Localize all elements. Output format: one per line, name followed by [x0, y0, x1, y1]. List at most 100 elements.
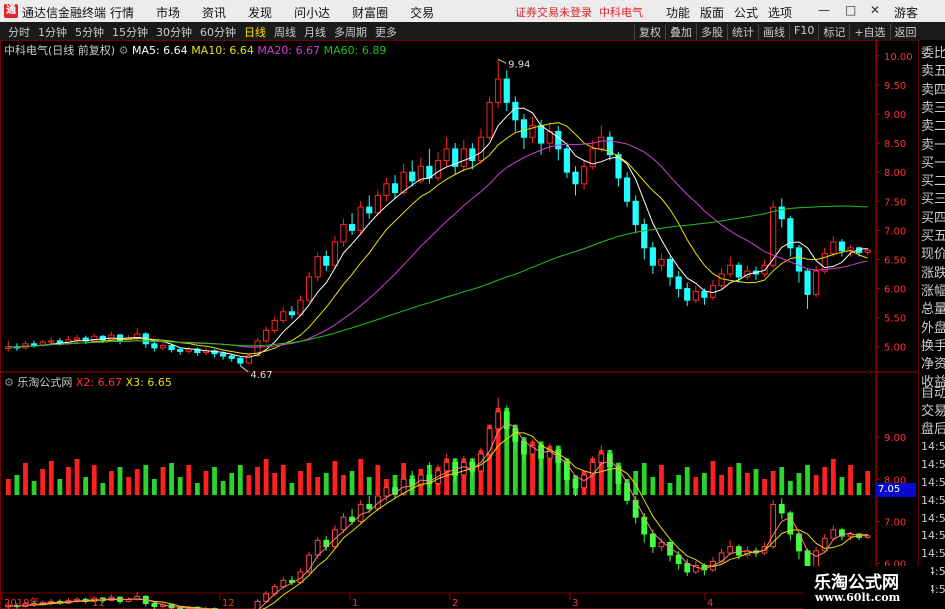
- sub-candle-body: [521, 440, 527, 455]
- indicator-bar: [805, 465, 810, 495]
- sidebar-field-0[interactable]: 委比: [921, 46, 945, 61]
- menu-item-options[interactable]: 选项: [768, 4, 792, 21]
- period-tab-6[interactable]: 日线: [244, 24, 266, 40]
- period-tab-2[interactable]: 5分钟: [75, 24, 104, 40]
- menu-item-assistant[interactable]: 问小达: [294, 4, 330, 21]
- period-tab-7[interactable]: 周线: [274, 24, 296, 40]
- sidebar-field-12[interactable]: 涨跌: [921, 266, 945, 281]
- indicator-bar: [349, 471, 355, 495]
- sidebar-field-13[interactable]: 涨幅: [921, 284, 945, 299]
- menu-item-trade[interactable]: 交易: [410, 4, 434, 21]
- x2-label: X2: 6.67: [75, 376, 123, 389]
- menu-item-news[interactable]: 资讯: [202, 4, 226, 21]
- sidebar-field-10[interactable]: 买五: [921, 229, 945, 244]
- ma20-label: MA20: 6.67: [257, 44, 321, 57]
- menu-item-discover[interactable]: 发现: [248, 4, 272, 21]
- sidebar-field-3[interactable]: 卖三: [921, 101, 945, 116]
- candle-body: [305, 276, 313, 301]
- tool-button-1[interactable]: 叠加: [665, 24, 696, 40]
- login-status[interactable]: 证券交易未登录: [515, 6, 592, 19]
- sidebar-field-17[interactable]: 净资: [921, 357, 945, 372]
- login-notice[interactable]: 证券交易未登录 中科电气: [515, 4, 643, 20]
- candle-body: [727, 264, 734, 275]
- sidebar-time-5[interactable]: 14:56: [921, 475, 945, 490]
- candle-body: [48, 340, 55, 343]
- sidebar-field-9[interactable]: 买四: [921, 211, 945, 226]
- period-tab-8[interactable]: 月线: [304, 24, 326, 40]
- x3-label: X3: 6.65: [125, 376, 172, 389]
- indicator-bar: [220, 481, 226, 495]
- menu-item-layout[interactable]: 版面: [700, 4, 724, 21]
- minimize-icon[interactable]: —: [818, 3, 830, 17]
- sidebar-field-2[interactable]: 卖四: [921, 83, 945, 98]
- sidebar-field-7[interactable]: 买二: [921, 174, 945, 189]
- period-tab-9[interactable]: 多周期: [334, 24, 367, 40]
- tool-button-4[interactable]: 画线: [758, 24, 789, 40]
- indicator-bar: [143, 465, 149, 495]
- sidebar-field-1[interactable]: 卖五: [921, 64, 945, 79]
- indicator-bar: [237, 465, 243, 495]
- menu-item-formula[interactable]: 公式: [734, 4, 758, 21]
- guest-label[interactable]: 游客: [894, 4, 918, 21]
- menu-item-market[interactable]: 市场: [156, 4, 180, 21]
- tool-button-8[interactable]: 返回: [889, 24, 921, 40]
- sidebar-time-6[interactable]: 14:56: [921, 493, 945, 508]
- sidebar-field-4[interactable]: 卖二: [921, 119, 945, 134]
- sidebar-time-2[interactable]: 盘后: [921, 422, 945, 437]
- chart-frame: [0, 40, 877, 609]
- sidebar-field-15[interactable]: 外盘: [921, 321, 945, 336]
- tool-button-6[interactable]: 标记: [818, 24, 849, 40]
- sidebar-time-8[interactable]: 14:56: [921, 528, 945, 543]
- candle-body: [658, 258, 665, 266]
- indicator-bar: [246, 475, 252, 495]
- sub-candle-body: [830, 529, 837, 539]
- period-tab-1[interactable]: 1分钟: [38, 24, 67, 40]
- menu-item-function[interactable]: 功能: [666, 4, 690, 21]
- sidebar-field-16[interactable]: 换手: [921, 339, 945, 354]
- sidebar-time-4[interactable]: 14:56: [921, 457, 945, 472]
- tool-button-0[interactable]: 复权: [634, 24, 665, 40]
- tool-button-2[interactable]: 多股: [696, 24, 727, 40]
- tool-button-5[interactable]: F10: [789, 24, 818, 40]
- period-tab-0[interactable]: 分时: [8, 24, 30, 40]
- indicator-bar: [702, 473, 707, 495]
- indicator-bar: [203, 471, 209, 495]
- period-tab-4[interactable]: 30分钟: [156, 24, 192, 40]
- sub-candle-body: [495, 411, 502, 430]
- x-tick-label: 2: [452, 598, 458, 609]
- close-icon[interactable]: ✕: [870, 3, 880, 17]
- tool-button-7[interactable]: +自选: [849, 24, 889, 40]
- period-tab-10[interactable]: 更多: [375, 24, 397, 40]
- indicator-bar: [66, 467, 71, 495]
- sidebar-field-14[interactable]: 总量: [921, 302, 945, 317]
- sidebar-time-7[interactable]: 14:56: [921, 511, 945, 526]
- sidebar-time-1[interactable]: 交易: [921, 404, 945, 419]
- candle-body: [778, 206, 785, 220]
- indicator-bar: [263, 459, 269, 495]
- indicator-bar: [856, 483, 862, 495]
- indicator-bar: [212, 467, 217, 495]
- sub-axis-current-box: 7.05: [876, 483, 916, 497]
- sidebar-field-5[interactable]: 卖一: [921, 138, 945, 153]
- main-legend: 中科电气(日线 前复权) ⚙ MA5: 6.64 MA10: 6.64 MA20…: [4, 42, 386, 58]
- sidebar-time-3[interactable]: 14:56: [921, 439, 945, 454]
- candle-body: [761, 264, 768, 275]
- sidebar-field-6[interactable]: 买一: [921, 156, 945, 171]
- sub-gear-icon[interactable]: ⚙: [4, 376, 14, 389]
- sub-candle-body: [727, 546, 734, 554]
- period-tab-3[interactable]: 15分钟: [112, 24, 148, 40]
- candle-body: [495, 78, 502, 103]
- indicator-bar: [91, 465, 97, 495]
- sidebar-time-9[interactable]: 14:56: [921, 546, 945, 561]
- sidebar-field-8[interactable]: 买三: [921, 192, 945, 207]
- stock-chart[interactable]: 10.00 9.50 9.00 8.50 8.00 7.50 7.00 6.50 6.00 5.5…: [0, 40, 918, 609]
- tool-button-3[interactable]: 统计: [727, 24, 758, 40]
- menu-item-wealth[interactable]: 财富圈: [352, 4, 388, 21]
- menu-item-quotes[interactable]: 行情: [110, 4, 134, 21]
- sidebar-field-11[interactable]: 现价: [921, 247, 945, 262]
- period-tab-5[interactable]: 60分钟: [200, 24, 236, 40]
- settings-gear-icon[interactable]: ⚙: [119, 44, 129, 57]
- maximize-icon[interactable]: □: [845, 3, 856, 17]
- main-tick-label: 7.00: [884, 226, 906, 237]
- sidebar-time-0[interactable]: 自动: [921, 386, 945, 401]
